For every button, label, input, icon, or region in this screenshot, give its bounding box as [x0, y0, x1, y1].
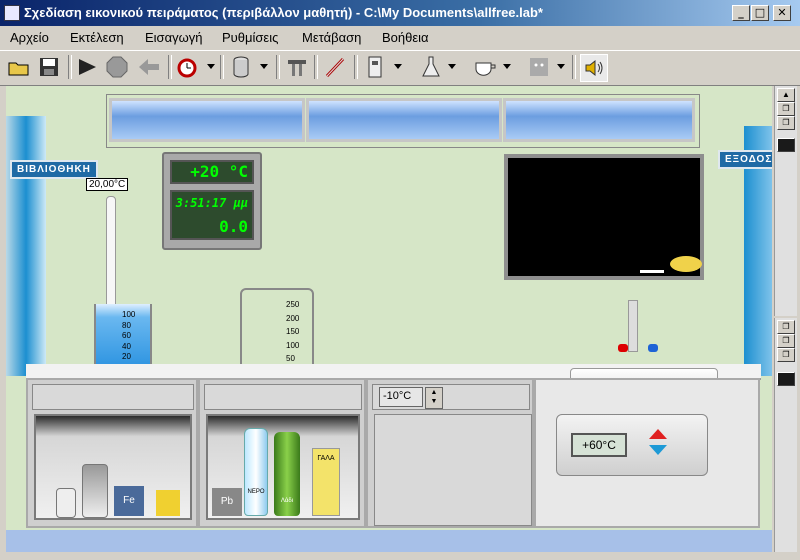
heater-cabinet: +60°C — [534, 378, 760, 528]
face-icon[interactable] — [526, 54, 552, 80]
timer-display: 3:51:17 μμ 0.0 — [170, 190, 254, 240]
menu-navigate[interactable]: Μετάβαση — [302, 30, 361, 45]
speaker-icon[interactable] — [580, 54, 608, 82]
hot-water-tap[interactable] — [618, 344, 628, 352]
gold-block[interactable] — [156, 490, 180, 516]
measuring-beaker-scale: 250 200 150 100 50 — [286, 300, 300, 363]
save-disk-icon[interactable] — [777, 138, 795, 152]
app-icon — [4, 5, 20, 21]
timer-value: 0.0 — [219, 217, 248, 236]
menu-file[interactable]: Αρχείο — [10, 30, 49, 45]
left-door — [6, 116, 46, 376]
fridge-temp-spinner[interactable]: ▲ ▼ — [425, 387, 443, 409]
menu-help[interactable]: Βοήθεια — [382, 30, 429, 45]
fridge-top: -10°C ▲ ▼ — [372, 384, 530, 410]
menu-insert[interactable]: Εισαγωγή — [145, 30, 202, 45]
back-arrow-icon[interactable] — [136, 54, 162, 80]
window-pane — [306, 98, 502, 142]
menu-settings[interactable]: Ρυθμίσεις — [222, 30, 278, 45]
stand-icon[interactable] — [284, 54, 310, 80]
meter-dropdown[interactable] — [394, 64, 402, 69]
meter-icon[interactable] — [362, 54, 388, 80]
increase-temp-icon[interactable] — [649, 429, 667, 439]
flask-icon[interactable] — [418, 54, 444, 80]
minimize-button[interactable]: _ — [732, 5, 750, 21]
decrease-temp-icon[interactable] — [649, 445, 667, 455]
oil-bottle[interactable]: Λάδι — [274, 432, 300, 516]
cylinder-dropdown[interactable] — [260, 64, 268, 69]
restore-icon[interactable]: ❐ — [777, 102, 795, 116]
window-title: Σχεδίαση εικονικού πειράματος (περιβάλλο… — [24, 5, 543, 20]
salt-shaker[interactable] — [56, 488, 76, 518]
lab-scene: ΒΙΒΛΙΟΘΗΚΗ ΕΞΟΔΟΣ +20 °C 3:51:17 μμ 0.0 … — [6, 86, 772, 552]
clock-panel: +20 °C 3:51:17 μμ 0.0 — [162, 152, 262, 250]
lower-scrollbar[interactable]: ❐ ❐ ❐ — [774, 318, 797, 552]
window-pane — [109, 98, 305, 142]
restore-icon[interactable]: ❐ — [777, 320, 795, 334]
exit-sign[interactable]: ΕΞΟΔΟΣ — [718, 150, 772, 169]
middle-cabinet: Pb ΝΕΡΟ Λάδι ΓΑΛΑ — [198, 378, 366, 528]
shelf: Fe — [34, 414, 192, 520]
timer-time: 3:51:17 μμ — [175, 196, 248, 210]
save-disk-icon[interactable] — [777, 372, 795, 386]
menu-bar: Αρχείο Εκτέλεση Εισαγωγή Ρυθμίσεις Μετάβ… — [0, 27, 800, 48]
library-sign[interactable]: ΒΙΒΛΙΟΘΗΚΗ — [10, 160, 98, 179]
fridge-cabinet: -10°C ▲ ▼ — [366, 378, 534, 528]
lead-block[interactable]: Pb — [212, 488, 242, 516]
fridge-temp-value[interactable]: -10°C — [379, 387, 423, 407]
open-folder-icon[interactable] — [6, 54, 32, 80]
temperature-display: +20 °C — [170, 160, 254, 184]
menu-run[interactable]: Εκτέλεση — [70, 30, 124, 45]
play-icon[interactable] — [74, 54, 100, 80]
alarm-dropdown[interactable] — [207, 64, 215, 69]
beaker-scale: 100 80 60 40 20 — [122, 310, 136, 361]
face-dropdown[interactable] — [557, 64, 565, 69]
floor — [6, 530, 772, 552]
upper-scrollbar[interactable]: ▲ ❐ ❐ — [774, 86, 797, 316]
milk-carton[interactable]: ΓΑΛΑ — [312, 448, 340, 516]
close-button[interactable]: ✕ — [773, 5, 791, 21]
alarm-clock-icon[interactable] — [174, 54, 200, 80]
flask-dropdown[interactable] — [448, 64, 456, 69]
cup-icon[interactable] — [472, 54, 498, 80]
scroll-up-button[interactable]: ▲ — [777, 88, 795, 102]
toolbar — [0, 50, 800, 86]
cup-dropdown[interactable] — [503, 64, 511, 69]
measuring-beaker[interactable]: 250 200 150 100 50 — [240, 288, 314, 376]
drawer[interactable] — [204, 384, 362, 410]
restore-icon[interactable]: ❐ — [777, 334, 795, 348]
heater-temp-display: +60°C — [571, 433, 627, 457]
maximize-button[interactable]: □ — [751, 5, 769, 21]
sponge — [670, 256, 702, 272]
beaker-with-water[interactable]: 100 80 60 40 20 — [94, 304, 152, 372]
title-bar: Σχεδίαση εικονικού πειράματος (περιβάλλο… — [0, 0, 800, 26]
restore-icon[interactable]: ❐ — [777, 348, 795, 362]
cylinder-icon[interactable] — [228, 54, 254, 80]
faucet[interactable] — [628, 300, 638, 352]
fridge-door[interactable] — [374, 414, 532, 526]
thermometer-reading: 20,00°C — [86, 178, 129, 191]
sugar-dispenser[interactable] — [82, 464, 108, 518]
window-pane — [503, 98, 695, 142]
shelf: Pb ΝΕΡΟ Λάδι ΓΑΛΑ — [206, 414, 360, 520]
water-heater[interactable]: +60°C — [556, 414, 708, 476]
chalk — [640, 270, 664, 273]
save-disk-icon[interactable] — [36, 54, 62, 80]
blackboard — [504, 154, 704, 280]
restore-icon[interactable]: ❐ — [777, 116, 795, 130]
drawer[interactable] — [32, 384, 194, 410]
water-bottle[interactable]: ΝΕΡΟ — [244, 428, 268, 516]
cold-water-tap[interactable] — [648, 344, 658, 352]
stop-icon[interactable] — [104, 54, 130, 80]
iron-block[interactable]: Fe — [114, 486, 144, 516]
left-cabinet: Fe — [26, 378, 198, 528]
pipette-icon[interactable] — [322, 54, 348, 80]
